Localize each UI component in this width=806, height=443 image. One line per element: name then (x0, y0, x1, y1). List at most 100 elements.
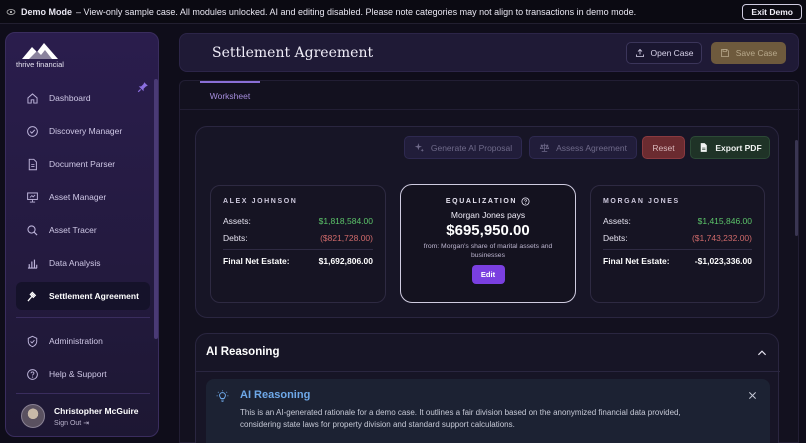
row-divider (603, 249, 752, 250)
net-estate-value: $1,692,806.00 (318, 256, 373, 266)
save-case-button[interactable]: Save Case (711, 42, 786, 64)
avatar (21, 404, 45, 428)
ai-reasoning-section: AI Reasoning AI Reasoning This is an AI-… (195, 333, 780, 443)
shield-icon (27, 335, 38, 347)
edit-button[interactable]: Edit (471, 265, 505, 285)
net-estate-label: Final Net Estate: (603, 256, 670, 266)
user-profile: Christopher McGuire Sign Out ⇥ (21, 404, 139, 428)
search-icon (27, 224, 38, 235)
sidebar-item-label: Discovery Manager (49, 126, 123, 136)
debts-label: Debts: (603, 233, 628, 243)
document-icon (28, 158, 37, 170)
sign-out-link[interactable]: Sign Out ⇥ (54, 419, 139, 427)
assets-value: $1,818,584.00 (318, 216, 373, 226)
logo-text: thrive financial (16, 60, 64, 69)
debts-label: Debts: (223, 233, 248, 243)
sidebar-item-label: Data Analysis (49, 258, 101, 268)
help-circle-icon[interactable] (521, 197, 530, 206)
export-pdf-label: Export PDF (715, 142, 762, 153)
home-icon (27, 92, 38, 104)
ai-reasoning-heading: AI Reasoning (206, 346, 280, 358)
party-card-alex: ALEX JOHNSON Assets: $1,818,584.00 Debts:… (210, 185, 386, 303)
party-name: MORGAN JONES (603, 198, 680, 205)
party-card-morgan: MORGAN JONES Assets: $1,415,846.00 Debts:… (590, 185, 765, 303)
tab-divider (180, 109, 800, 110)
gavel-icon (27, 290, 37, 301)
tab-worksheet[interactable]: Worksheet (200, 81, 260, 109)
assets-row: Assets: $1,818,584.00 (223, 216, 373, 226)
sidebar-item-label: Asset Manager (49, 192, 107, 202)
presentation-icon (27, 191, 38, 202)
export-pdf-button[interactable]: Export PDF (690, 136, 770, 159)
sidebar-item-settlement-agreement[interactable]: Settlement Agreement (16, 282, 150, 310)
sidebar-item-data-analysis[interactable]: Data Analysis (16, 249, 150, 277)
generate-ai-proposal-label: Generate AI Proposal (430, 142, 513, 153)
eye-icon (6, 8, 16, 15)
help-circle-icon (27, 368, 38, 380)
chevron-up-icon[interactable] (756, 347, 768, 359)
net-estate-row: Final Net Estate: $1,692,806.00 (223, 256, 373, 266)
assets-label: Assets: (223, 216, 251, 226)
scale-icon (539, 143, 550, 152)
check-circle-icon (27, 125, 38, 137)
sidebar-item-label: Asset Tracer (49, 225, 97, 235)
ai-card-body: This is an AI-generated rationale for a … (240, 408, 681, 430)
sidebar-item-document-parser[interactable]: Document Parser (16, 150, 150, 178)
equalization-note: from: Morgan's share of marital assets a… (423, 243, 553, 260)
sidebar-item-label: Dashboard (49, 93, 91, 103)
lightbulb-icon (216, 390, 229, 402)
equalization-title: EQUALIZATION (401, 197, 575, 206)
net-estate-row: Final Net Estate: -$1,023,336.00 (603, 256, 752, 266)
sidebar-item-asset-tracer[interactable]: Asset Tracer (16, 216, 150, 244)
sidebar-item-label: Settlement Agreement (49, 291, 139, 301)
equalization-title-text: EQUALIZATION (445, 198, 518, 205)
section-divider (196, 371, 780, 372)
sign-out-label: Sign Out (54, 419, 82, 427)
assess-agreement-label: Assess Agreement (556, 142, 627, 153)
open-case-button[interactable]: Open Case (626, 42, 702, 64)
exit-demo-button[interactable]: Exit Demo (742, 4, 802, 20)
assets-label: Assets: (603, 216, 631, 226)
banner-message: – View-only sample case. All modules unl… (76, 6, 637, 17)
sidebar-item-label: Document Parser (49, 159, 116, 169)
sidebar-scrollbar[interactable] (154, 79, 158, 339)
payer-text: Morgan Jones pays (450, 210, 526, 220)
banner-label: Demo Mode (21, 6, 73, 17)
file-icon (701, 143, 708, 152)
demo-banner: Demo Mode – View-only sample case. All m… (0, 0, 806, 24)
sidebar-item-asset-manager[interactable]: Asset Manager (16, 183, 150, 211)
assess-agreement-button[interactable]: Assess Agreement (529, 136, 637, 159)
logout-icon: ⇥ (83, 419, 90, 427)
party-name: ALEX JOHNSON (223, 198, 298, 205)
sidebar-item-help-support[interactable]: Help & Support (16, 360, 150, 388)
row-divider (223, 249, 373, 250)
bar-chart-icon (27, 259, 38, 269)
equalization-amount: $695,950.00 (446, 222, 530, 239)
net-estate-value: -$1,023,336.00 (694, 256, 752, 266)
assets-value: $1,415,846.00 (697, 216, 752, 226)
close-icon[interactable] (748, 391, 757, 400)
sidebar-item-administration[interactable]: Administration (16, 327, 150, 355)
ai-card-title: AI Reasoning (240, 389, 311, 401)
sidebar-item-discovery-manager[interactable]: Discovery Manager (16, 117, 150, 145)
sparkle-icon (414, 143, 424, 152)
save-icon (720, 49, 729, 57)
worksheet-panel: Generate AI Proposal Assess Agreement Re… (195, 126, 779, 318)
open-case-label: Open Case (650, 48, 694, 58)
ai-reasoning-card: AI Reasoning This is an AI-generated rat… (206, 379, 770, 443)
logo: thrive financial (16, 43, 76, 69)
sidebar-divider (16, 393, 150, 394)
sidebar: thrive financial Dashboard Discovery Man… (5, 32, 159, 437)
sidebar-item-label: Help & Support (49, 369, 107, 379)
main-content: Worksheet Generate AI Proposal Assess Ag… (179, 80, 800, 443)
debts-row: Debts: ($1,743,232.00) (603, 233, 752, 243)
main-scrollbar[interactable] (795, 140, 798, 236)
debts-value: ($821,728.00) (320, 233, 373, 243)
reset-button[interactable]: Reset (642, 136, 685, 159)
save-case-label: Save Case (735, 48, 778, 58)
assets-row: Assets: $1,415,846.00 (603, 216, 752, 226)
generate-ai-proposal-button[interactable]: Generate AI Proposal (404, 136, 522, 159)
page-header: Settlement Agreement Open Case Save Case (179, 33, 799, 72)
sidebar-item-dashboard[interactable]: Dashboard (16, 84, 150, 112)
equalization-card: EQUALIZATION Morgan Jones pays $695,950.… (400, 184, 576, 303)
